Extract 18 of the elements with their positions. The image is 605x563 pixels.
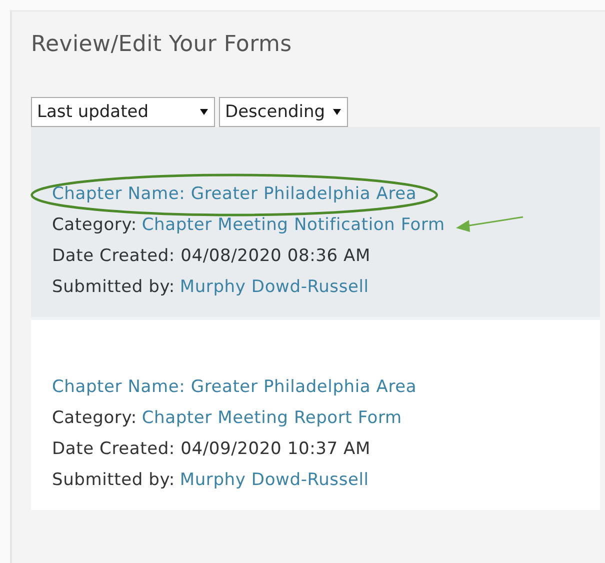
submitter-link[interactable]: Murphy Dowd-Russell [180,470,369,490]
submitted-label: Submitted by: [52,470,175,490]
chapter-name-link[interactable]: Chapter Name: Greater Philadelphia Area [52,376,417,396]
date-created: Date Created: 04/09/2020 10:37 AM [52,438,370,458]
sort-dropdown[interactable]: Descending [219,97,348,127]
form-card[interactable]: Chapter Name: Greater Philadelphia Area Category: Chapter Meeting Report Form Date Created: 04/09/2020 10:37 AM Submitted by: Murphy Dowd-Russell [31,320,600,510]
date-created: Date Created: 04/08/2020 08:36 AM [52,246,370,266]
form-card[interactable]: Chapter Name: Greater Philadelphia Area Category: Chapter Meeting Notification Form Date Created: 04/08/2020 08:36 AM Submitted by: Murphy Dowd-Russell [31,127,600,320]
sort-dropdown[interactable]: Last updated [31,97,215,127]
submitter-link[interactable]: Murphy Dowd-Russell [180,276,369,296]
submitted-label: Submitted by: [52,276,175,296]
category-link[interactable]: Chapter Meeting Report Form [142,408,402,428]
caret-icon [200,109,208,115]
caret-icon [333,109,342,115]
page-title: Review/Edit Your Forms [31,32,293,57]
category-label: Category: [52,214,137,234]
category-link[interactable]: Chapter Meeting Notification Form [142,214,445,234]
category-label: Category: [52,408,137,428]
